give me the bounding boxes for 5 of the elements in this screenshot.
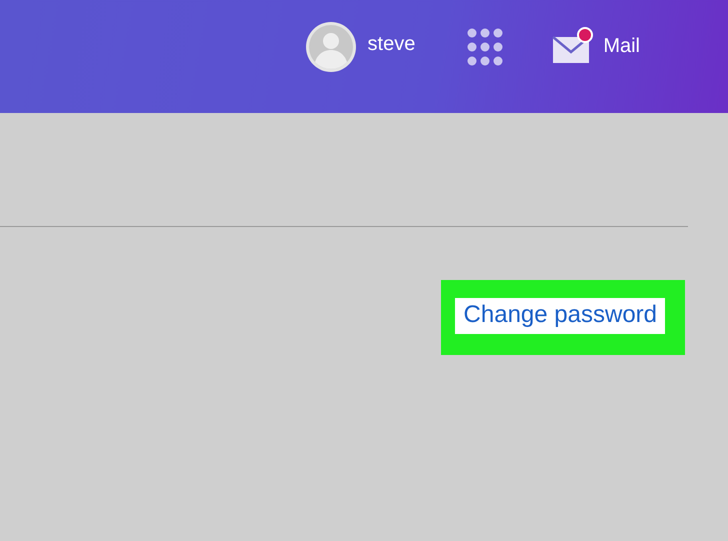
change-password-link[interactable]: Change password [454, 298, 665, 334]
apps-grid-icon[interactable] [467, 28, 504, 66]
mail-link[interactable]: Mail [551, 26, 640, 66]
user-menu[interactable]: steve [306, 22, 416, 72]
avatar-icon [306, 22, 356, 72]
